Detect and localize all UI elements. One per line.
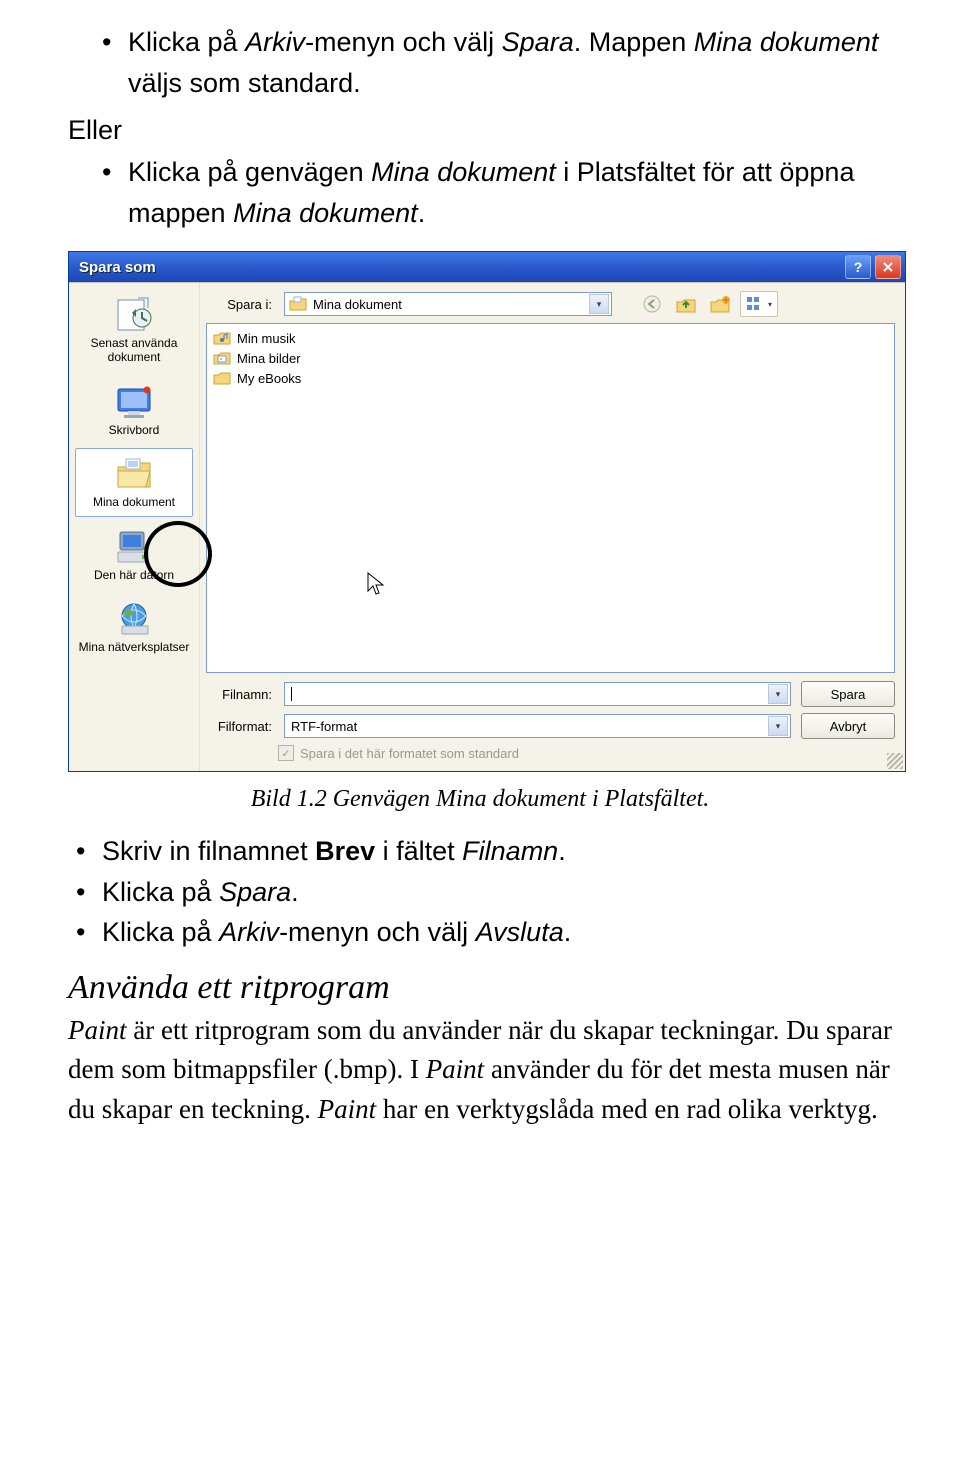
places-recent[interactable]: Senast använda dokument — [75, 289, 193, 372]
back-icon — [642, 294, 662, 314]
folder-icon — [213, 370, 231, 386]
paragraph: Paint är ett ritprogram som du använder … — [68, 1011, 892, 1131]
nav-up-button[interactable] — [672, 291, 700, 317]
list-item: Klicka på Spara. — [68, 872, 892, 913]
file-list-area[interactable]: Min musik Mina bilder My eBooks — [206, 323, 895, 673]
views-button[interactable]: ▾ — [740, 291, 778, 317]
new-folder-button[interactable] — [706, 291, 734, 317]
list-item: Skriv in filnamnet Brev i fältet Filnamn… — [68, 831, 892, 872]
bullet-list-bottom: Skriv in filnamnet Brev i fältet Filnamn… — [68, 831, 892, 953]
dialog-title: Spara som — [79, 259, 156, 276]
list-item: Klicka på Arkiv-menyn och välj Spara. Ma… — [68, 22, 892, 103]
titlebar[interactable]: Spara som ? — [69, 252, 905, 282]
recent-documents-icon — [112, 294, 156, 334]
folder-music-icon — [213, 330, 231, 346]
chevron-down-icon: ▾ — [768, 684, 788, 704]
nav-back-button[interactable] — [638, 291, 666, 317]
filename-label: Filnamn: — [206, 687, 274, 702]
folder-pictures-icon — [213, 350, 231, 366]
file-item-pictures[interactable]: Mina bilder — [213, 348, 888, 368]
places-my-documents[interactable]: Mina dokument — [75, 448, 193, 516]
chevron-down-icon: ▾ — [589, 294, 609, 314]
save-in-toolbar: Spara i: Mina dokument ▾ — [200, 283, 905, 323]
cursor-icon — [366, 571, 386, 597]
my-documents-icon — [112, 453, 156, 493]
places-desktop[interactable]: Skrivbord — [75, 376, 193, 444]
figure-caption: Bild 1.2 Genvägen Mina dokument i Platsf… — [68, 786, 892, 813]
close-button[interactable] — [875, 255, 901, 279]
bullet-list-top2: Klicka på genvägen Mina dokument i Plats… — [68, 152, 892, 233]
bullet-list-top: Klicka på Arkiv-menyn och välj Spara. Ma… — [68, 22, 892, 103]
file-item-ebooks[interactable]: My eBooks — [213, 368, 888, 388]
help-button[interactable]: ? — [845, 255, 871, 279]
places-bar: Senast använda dokument Skrivbord — [69, 283, 200, 771]
eller-label: Eller — [68, 115, 892, 146]
save-in-label: Spara i: — [206, 297, 278, 312]
filename-field[interactable]: ▾ — [284, 682, 791, 706]
folder-up-icon — [675, 294, 697, 314]
fileformat-label: Filformat: — [206, 719, 274, 734]
save-in-combobox[interactable]: Mina dokument ▾ — [284, 292, 612, 316]
network-places-icon — [112, 598, 156, 638]
cancel-button[interactable]: Avbryt — [801, 713, 895, 739]
section-heading: Använda ett ritprogram — [68, 969, 892, 1007]
resize-grip[interactable] — [887, 753, 903, 769]
default-format-label: Spara i det här formatet som standard — [300, 746, 519, 761]
default-format-checkbox[interactable]: ✓ — [278, 745, 294, 761]
save-as-dialog: Spara som ? Senast använda — [68, 251, 906, 772]
file-item-music[interactable]: Min musik — [213, 328, 888, 348]
chevron-down-icon: ▾ — [768, 716, 788, 736]
close-icon — [882, 261, 894, 273]
fileformat-combobox[interactable]: RTF-format ▾ — [284, 714, 791, 738]
list-item: Klicka på genvägen Mina dokument i Plats… — [68, 152, 892, 233]
my-computer-icon — [112, 526, 156, 566]
save-button[interactable]: Spara — [801, 681, 895, 707]
places-my-computer[interactable]: Den här datorn — [75, 521, 193, 589]
new-folder-icon — [709, 294, 731, 314]
list-item: Klicka på Arkiv-menyn och välj Avsluta. — [68, 912, 892, 953]
desktop-icon — [112, 381, 156, 421]
places-network[interactable]: Mina nätverksplatser — [75, 593, 193, 661]
views-icon — [746, 296, 766, 312]
folder-icon — [289, 296, 307, 312]
